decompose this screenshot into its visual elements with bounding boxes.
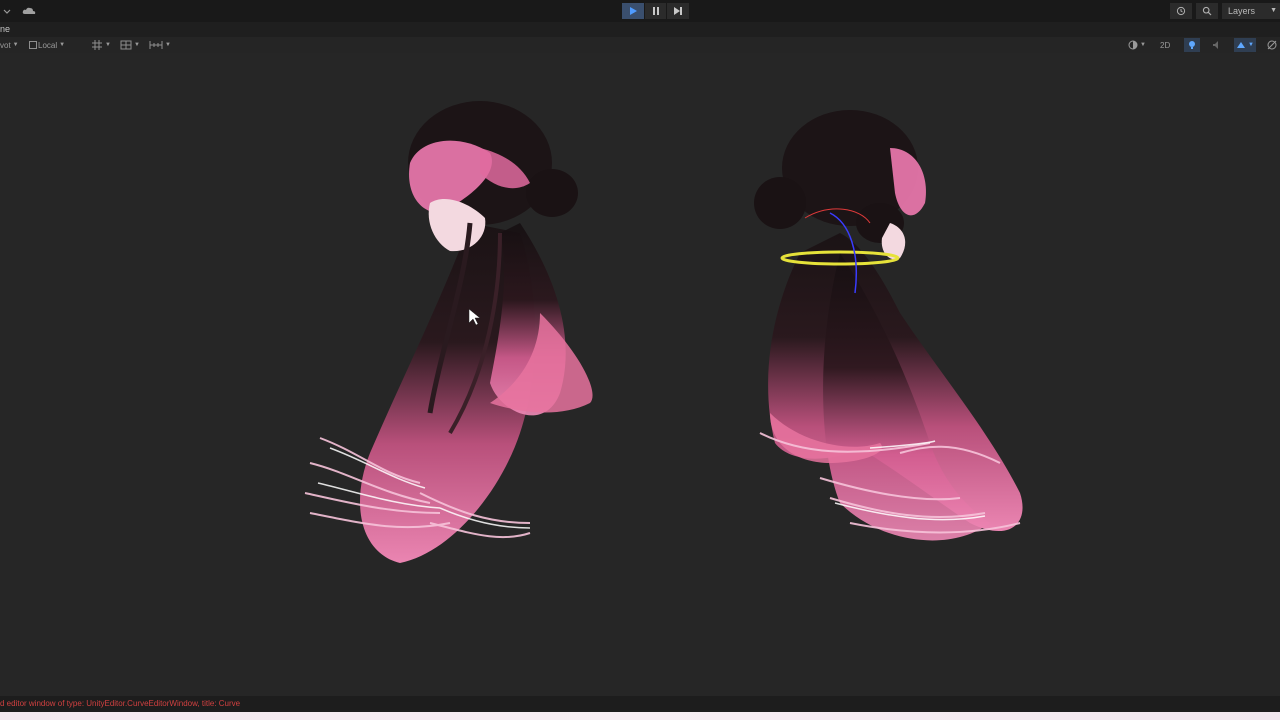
toggle-2d-button[interactable]: 2D [1160,38,1170,52]
pivot-label: vot [0,40,11,50]
account-dropdown[interactable] [0,3,14,19]
console-message[interactable]: d editor window of type: UnityEditor.Cur… [0,699,240,708]
scene-tab-row: ne [0,22,1280,37]
increment-snap-button[interactable]: ▼ [149,38,171,52]
playmode-controls [622,3,690,19]
draw-mode-dropdown[interactable]: ▼ [1128,38,1146,52]
scene-viewport[interactable] [0,53,1280,696]
chevron-down-icon: ▼ [59,42,66,48]
shading-mode-icon [1128,40,1138,50]
hair-model-right[interactable] [754,110,1023,541]
tab-scene[interactable]: ne [0,24,10,34]
search-button[interactable] [1196,3,1218,19]
grid-snap-icon [92,40,102,50]
undo-history-button[interactable] [1170,3,1192,19]
history-icon [1176,6,1186,16]
chevron-down-icon [3,9,11,14]
lighting-toggle[interactable] [1184,38,1200,52]
local-space-icon [29,41,37,49]
toggle-2d-label: 2D [1160,40,1171,50]
os-taskbar-strip [0,712,1280,720]
space-label: Local [38,40,58,50]
pivot-dropdown[interactable]: vot ▼ [0,38,19,52]
grid-icon [120,40,132,50]
chevron-down-icon: ▼ [165,42,171,48]
console-status-bar[interactable]: d editor window of type: UnityEditor.Cur… [0,696,1280,712]
gizmos-icon [1267,40,1277,50]
audio-toggle[interactable] [1212,38,1222,52]
layers-label: Layers [1228,6,1256,16]
cloud-icon [22,7,36,14]
chevron-down-icon: ▼ [105,42,111,48]
chevron-down-icon: ▼ [1248,42,1254,48]
grid-visibility-button[interactable]: ▼ [120,38,140,52]
step-button[interactable] [667,3,690,19]
grid-snap-button[interactable]: ▼ [91,38,111,52]
scene-toolbar: vot ▼ Local ▼ ▼ ▼ ▼ ▼ 2D ▼ [0,37,1280,53]
chevron-down-icon: ▼ [1140,42,1146,48]
chevron-down-icon: ▼ [134,42,140,48]
gizmos-toggle[interactable] [1266,38,1278,52]
effects-icon [1237,42,1245,48]
space-dropdown[interactable]: Local ▼ [28,38,65,52]
scene-canvas [304,101,1023,563]
step-icon [674,7,683,15]
audio-icon [1213,41,1218,49]
toolbar-right: Layers ▼ [1166,3,1280,19]
snap-increment-icon [149,41,163,49]
light-bulb-icon [1189,41,1195,49]
effects-dropdown[interactable]: ▼ [1234,38,1256,52]
hair-model-left[interactable] [304,101,593,563]
chevron-down-icon: ▼ [12,42,19,48]
pause-icon [652,7,659,15]
play-icon [629,7,637,15]
play-button[interactable] [622,3,644,19]
layers-dropdown[interactable]: Layers ▼ [1222,3,1280,19]
chevron-down-icon: ▼ [1270,7,1277,14]
main-toolbar: Layers ▼ [0,0,1280,22]
search-icon [1202,6,1212,16]
pause-button[interactable] [644,3,667,19]
cloud-button[interactable] [20,3,38,19]
